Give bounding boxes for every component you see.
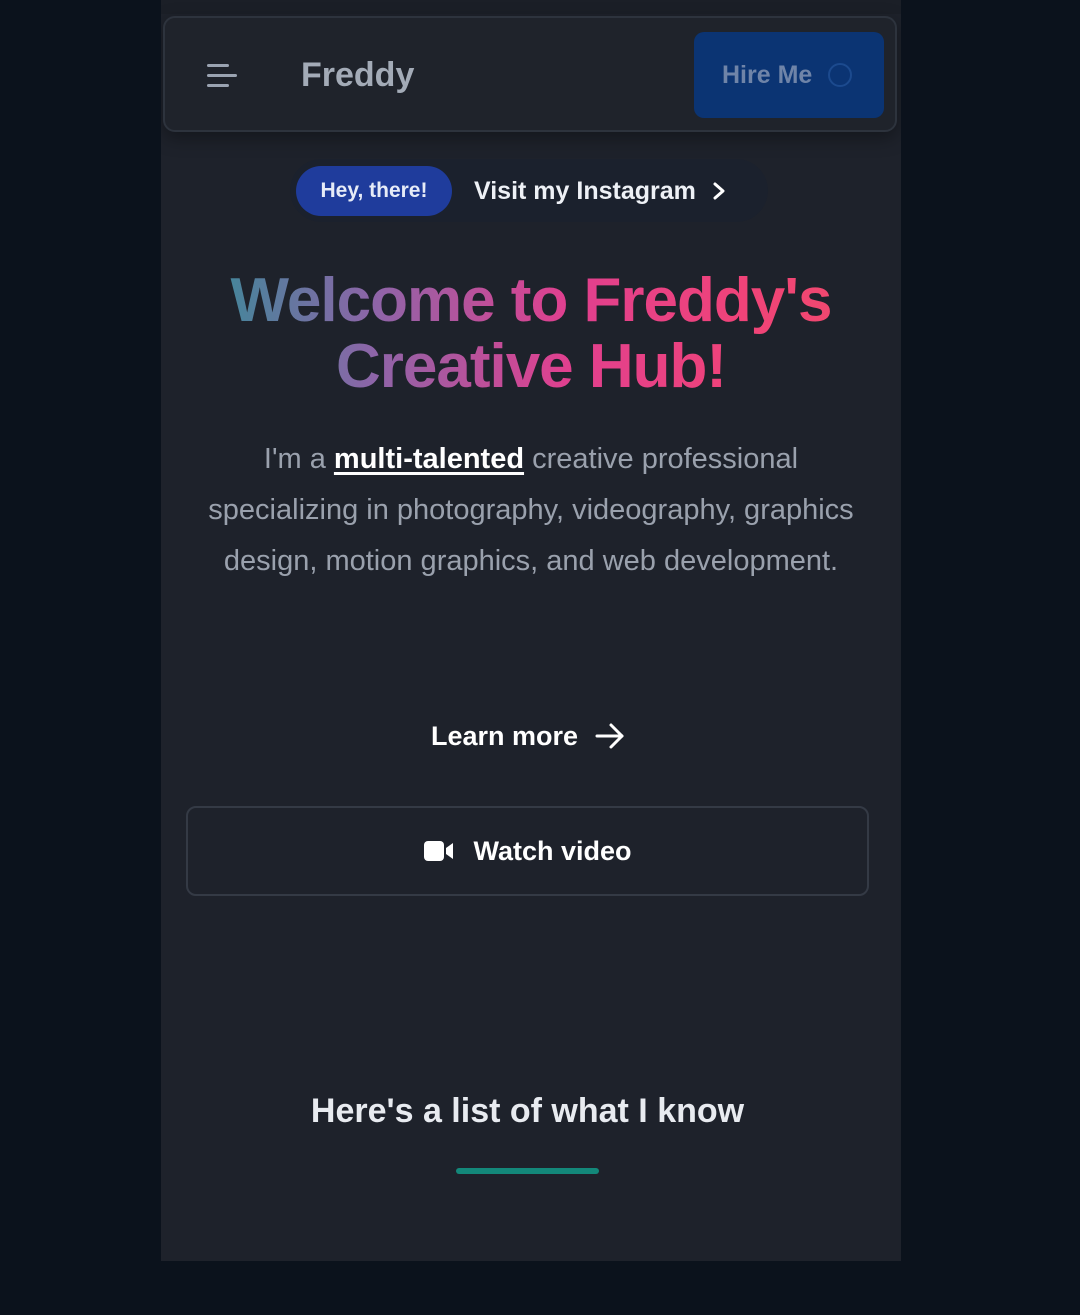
hire-me-button[interactable]: Hire Me bbox=[694, 32, 884, 118]
skills-section-title: Here's a list of what I know bbox=[310, 1092, 745, 1130]
hero-desc-highlight: multi-talented bbox=[333, 443, 525, 475]
learn-more-label: Learn more bbox=[431, 720, 579, 751]
arrow-right-icon bbox=[595, 723, 624, 749]
brand-name[interactable]: Freddy bbox=[301, 56, 414, 95]
watch-video-label: Watch video bbox=[473, 835, 632, 866]
instagram-link-text: Visit my Instagram bbox=[474, 177, 696, 205]
greeting-badge: Hey, there! bbox=[296, 166, 452, 216]
chevron-right-icon bbox=[713, 182, 725, 200]
hero-description: I'm a multi-talented creative profession… bbox=[201, 434, 861, 587]
hamburger-menu-icon[interactable] bbox=[207, 62, 237, 90]
instagram-announcement[interactable]: Hey, there! Visit my Instagram bbox=[290, 159, 768, 222]
navbar: Freddy Hire Me bbox=[163, 16, 897, 132]
hero-desc-prefix: I'm a bbox=[263, 443, 334, 475]
hero-title-line-1: Welcome to Freddy's bbox=[230, 266, 832, 335]
hire-me-label: Hire Me bbox=[722, 60, 813, 89]
hero-title-line-2: Creative Hub! bbox=[335, 332, 727, 401]
video-camera-icon bbox=[424, 841, 454, 861]
hero-title: Welcome to Freddy's Creative Hub! bbox=[181, 268, 881, 400]
loading-ring-icon bbox=[828, 63, 852, 87]
top-strip bbox=[161, 0, 901, 14]
watch-video-button[interactable]: Watch video bbox=[186, 806, 869, 896]
learn-more-link[interactable]: Learn more bbox=[431, 716, 626, 756]
mobile-viewport: Freddy Hire Me Hey, there! Visit my Inst… bbox=[161, 0, 901, 1261]
section-title-underline bbox=[456, 1168, 599, 1174]
